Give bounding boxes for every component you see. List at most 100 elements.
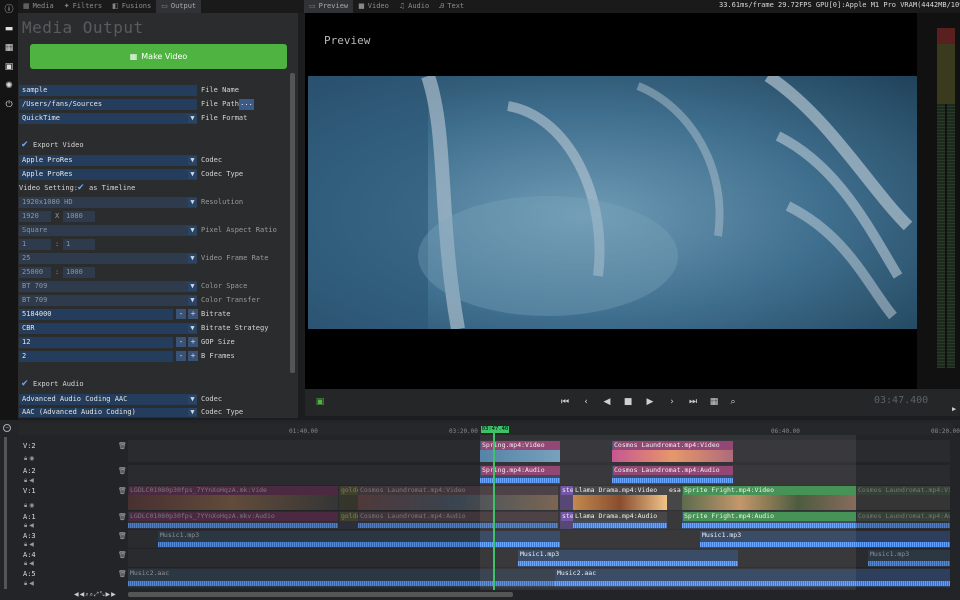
export-video-checkbox[interactable]: ✔ [21, 141, 30, 150]
save-icon[interactable]: ▣ [3, 61, 15, 73]
audio-clip[interactable]: golde [339, 512, 358, 529]
video-clip[interactable]: LGDLC01080p30fps_7YYnXoHqzA.mk:Vide [128, 486, 338, 510]
b-frames-input[interactable]: 2 [19, 351, 173, 362]
lock-eye-icons[interactable]: 🔒︎ ◉ [24, 502, 34, 510]
chevron-down-icon[interactable]: ▼ [188, 282, 197, 291]
info-icon[interactable]: ⓘ [3, 4, 15, 16]
tab-text[interactable]: Ꭿ Text [434, 0, 469, 13]
tab-fusions[interactable]: ◧ Fusions [107, 0, 156, 13]
audio-clip[interactable]: Cosmos Laundromat.mp4:Au [856, 512, 950, 529]
frame-rate-select[interactable]: 25 [19, 253, 197, 264]
codec-type-select[interactable]: Apple ProRes [19, 169, 197, 180]
tab-output[interactable]: ▭ Output [156, 0, 202, 13]
make-video-button[interactable]: ▦ Make Video [30, 44, 287, 69]
trash-icon[interactable]: 🗑︎ [118, 442, 127, 450]
file-format-select[interactable]: QuickTime [19, 113, 197, 124]
power-icon[interactable]: ⏻ [3, 99, 15, 111]
file-name-input[interactable]: sample [19, 85, 197, 96]
skip-start-icon[interactable]: ⏮ [559, 396, 571, 408]
skip-end-icon[interactable]: ⏭ [687, 396, 699, 408]
resolution-select[interactable]: 1920x1080 HD [19, 197, 197, 208]
pixel-aspect-select[interactable]: Square [19, 225, 197, 236]
lock-speaker-icons[interactable]: 🔒︎ ◀ [24, 560, 34, 568]
audio-codec-type-select[interactable]: AAC (Advanced Audio Coding) [19, 408, 197, 417]
clip-label: golde [340, 512, 358, 521]
gop-size-input[interactable]: 12 [19, 337, 173, 348]
audio-codec-select[interactable]: Advanced Audio Coding AAC [19, 394, 197, 405]
bitrate-decrement-button[interactable]: - [176, 309, 186, 319]
height-input[interactable]: 1080 [63, 211, 95, 222]
trash-icon[interactable]: 🗑︎ [118, 570, 127, 578]
video-clip[interactable]: Cosmos Laundromat.mp4:Vi [856, 486, 950, 510]
audio-clip[interactable]: Music1.mp3 [868, 550, 950, 567]
trash-icon[interactable]: 🗑︎ [118, 532, 127, 540]
bitrate-strategy-select[interactable]: CBR [19, 323, 197, 334]
trash-icon[interactable]: 🗑︎ [118, 513, 127, 521]
chevron-down-icon[interactable]: ▼ [188, 114, 197, 123]
aspect-a-input[interactable]: 1 [19, 239, 51, 250]
folder-icon[interactable]: ▬ [3, 23, 15, 35]
chevron-down-icon[interactable]: ▼ [188, 324, 197, 333]
video-clip[interactable]: golde [339, 486, 358, 510]
trash-icon[interactable]: 🗑︎ [118, 551, 127, 559]
play-reverse-icon[interactable]: ◀ [601, 396, 613, 408]
lock-speaker-icons[interactable]: 🔒︎ ◀ [24, 477, 34, 485]
lock-eye-icons[interactable]: 🔒︎ ◉ [24, 455, 34, 463]
gop-increment-button[interactable]: + [188, 337, 198, 347]
zoom-icon[interactable]: ⌕ [727, 396, 739, 408]
chevron-down-icon[interactable]: ▼ [188, 296, 197, 305]
aspect-b-input[interactable]: 1 [63, 239, 95, 250]
grid-view-icon[interactable]: ▦ [708, 396, 720, 408]
step-back-icon[interactable]: ‹ [580, 396, 592, 408]
collapse-icon[interactable]: − [3, 424, 11, 432]
playhead[interactable] [493, 426, 495, 590]
step-forward-icon[interactable]: › [666, 396, 678, 408]
tab-media[interactable]: ▦ Media [18, 0, 59, 13]
file-path-input[interactable]: /Users/fans/Sources [19, 99, 197, 110]
trash-icon[interactable]: 🗑︎ [118, 467, 127, 475]
fps-den-input[interactable]: 1000 [63, 267, 95, 278]
tab-preview[interactable]: ▭ Preview [304, 0, 354, 13]
as-timeline-checkbox[interactable]: ✔ [77, 184, 86, 193]
expand-icon[interactable]: ▶ [952, 405, 956, 413]
tab-audio[interactable]: ♫ Audio [394, 0, 434, 13]
snapshot-icon[interactable]: ▣ [314, 396, 326, 408]
timeline-zoom-tools[interactable]: ◀◀⌕⌕⤢⤡▶▶ [74, 591, 117, 599]
bitrate-increment-button[interactable]: + [188, 309, 198, 319]
play-icon[interactable]: ▶ [644, 396, 656, 408]
color-space-select[interactable]: BT 709 [19, 281, 197, 292]
chevron-down-icon[interactable]: ▼ [188, 156, 197, 165]
clip-label: Cosmos Laundromat.mp4:Vi [857, 486, 950, 495]
tab-video[interactable]: ■ Video [353, 0, 394, 13]
bitrate-input[interactable]: 5184000 [19, 309, 173, 320]
calendar-icon[interactable]: ▦ [3, 42, 15, 54]
track-scrollbar[interactable] [4, 437, 7, 589]
bframes-increment-button[interactable]: + [188, 351, 198, 361]
lock-speaker-icons[interactable]: 🔒︎ ◀ [24, 580, 34, 588]
timeline-scrollbar[interactable] [128, 592, 513, 597]
stop-icon[interactable]: ■ [622, 396, 634, 408]
trash-icon[interactable]: 🗑︎ [118, 487, 127, 495]
video-codec-select[interactable]: Apple ProRes [19, 155, 197, 166]
lock-speaker-icons[interactable]: 🔒︎ ◀ [24, 522, 34, 530]
bframes-decrement-button[interactable]: - [176, 351, 186, 361]
export-audio-checkbox[interactable]: ✔ [21, 380, 30, 389]
chevron-down-icon[interactable]: ▼ [188, 395, 197, 404]
chevron-down-icon[interactable]: ▼ [188, 198, 197, 207]
fps-num-input[interactable]: 25000 [19, 267, 51, 278]
chevron-down-icon[interactable]: ▼ [188, 170, 197, 179]
chevron-down-icon[interactable]: ▼ [188, 226, 197, 235]
gop-decrement-button[interactable]: - [176, 337, 186, 347]
tab-filters[interactable]: ✦ Filters [59, 0, 107, 13]
browse-button[interactable]: ... [239, 99, 254, 110]
audio-clip[interactable]: LGDLC01080p30fps_7YYnXoHqzA.mkv:Audio [128, 512, 338, 529]
panel-scrollbar[interactable] [290, 73, 295, 373]
chevron-down-icon[interactable]: ▼ [188, 254, 197, 263]
settings-icon[interactable]: ✺ [3, 80, 15, 92]
audio-clip[interactable]: Music1.mp3 [158, 531, 480, 548]
color-transfer-select[interactable]: BT 709 [19, 295, 197, 306]
film-icon: ▦ [129, 52, 138, 61]
chevron-down-icon[interactable]: ▼ [188, 408, 197, 416]
width-input[interactable]: 1920 [19, 211, 51, 222]
lock-speaker-icons[interactable]: 🔒︎ ◀ [24, 541, 34, 549]
